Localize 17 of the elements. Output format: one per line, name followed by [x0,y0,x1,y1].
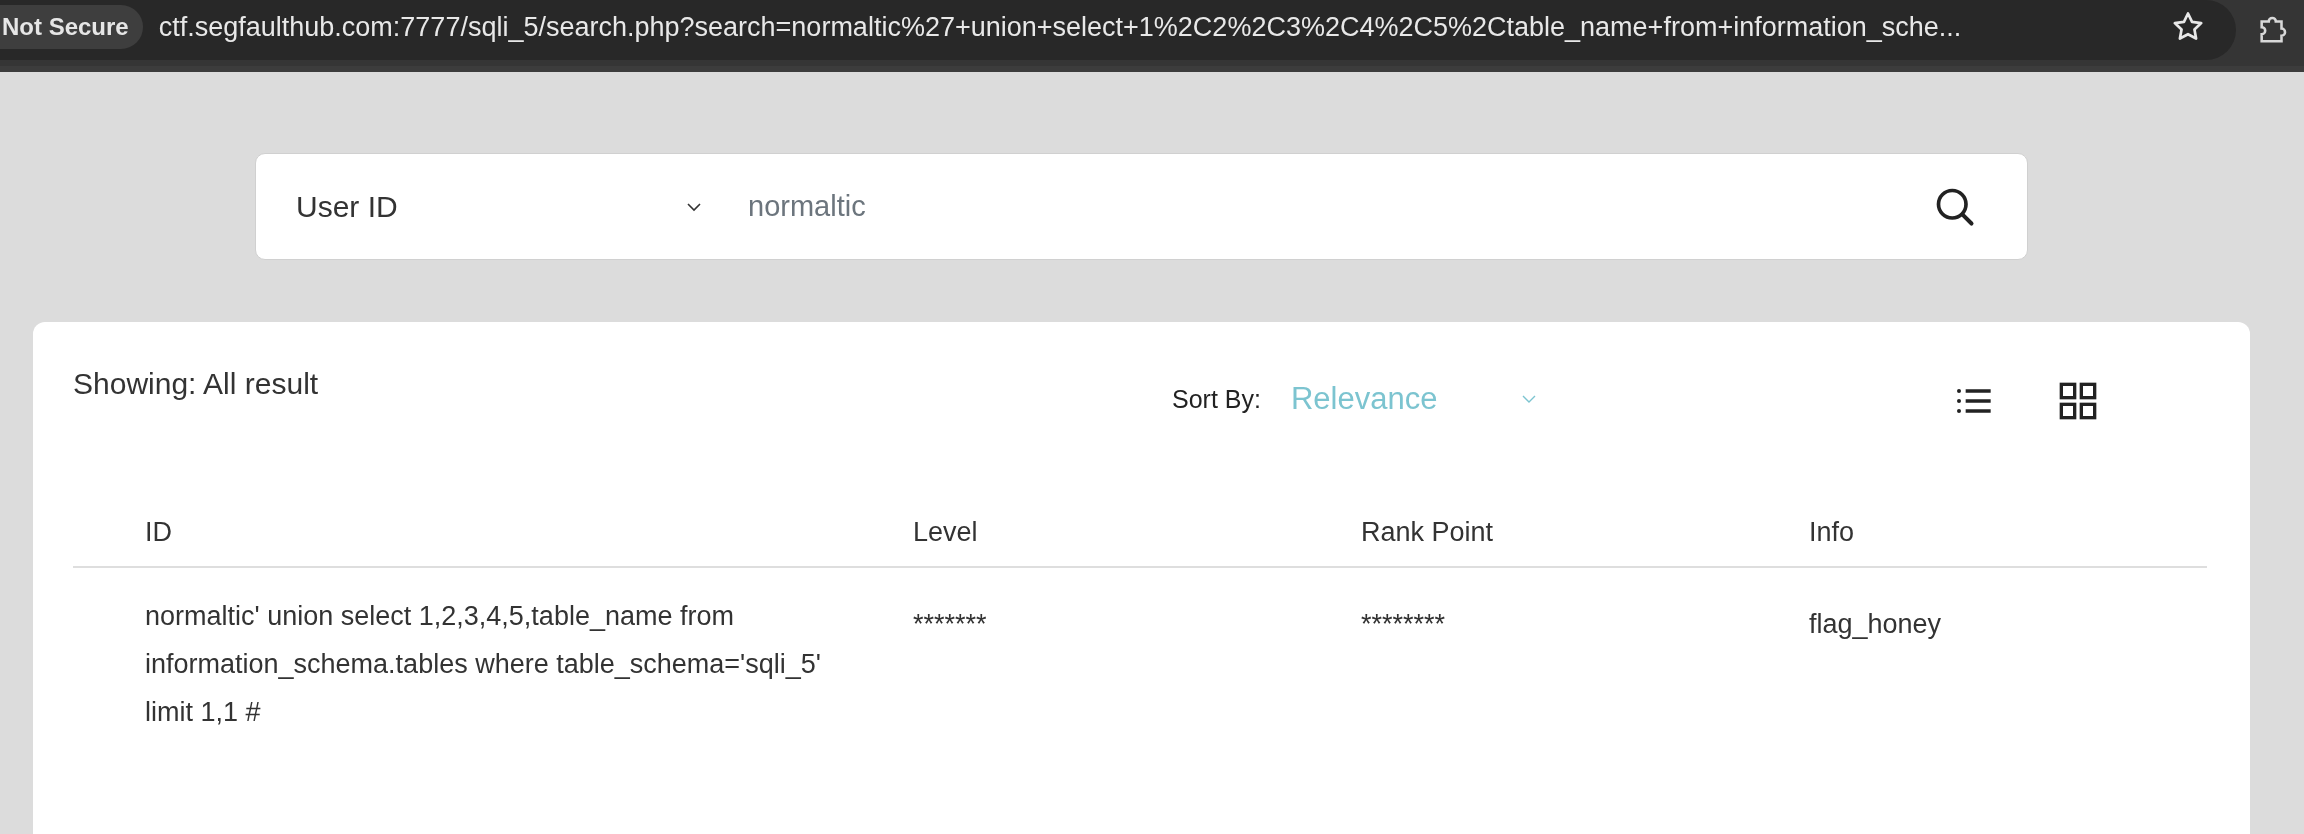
column-header: Level [913,517,979,548]
chevron-down-icon [686,201,702,212]
field-dropdown[interactable]: User ID [296,189,702,224]
table-cell-text: ******* [913,608,988,641]
table-cell-text: ******** [1361,608,1447,641]
table-cell-text: flag_honey [1809,608,1943,641]
column-header: Rank Point [1361,517,1495,548]
security-badge[interactable]: Not Secure [0,5,143,49]
chevron-down-icon [1520,394,1537,404]
column-header: ID [145,517,173,548]
table-cell-text: normaltic' union select 1,2,3,4,5,table_name from information_schema.tables where table_schema='sqli_5' limit 1,1 # [145,600,822,729]
address-bar[interactable]: Not Secure ctf.segfaulthub.com:7777/sqli_5/search.php?search=normaltic%27+union+select+1%2C2%2C3%2C4%2C5%2Ctable_name+from+information_sche... [0,0,2236,60]
showing-label: Showing: All result [73,367,320,401]
sort-label: Sort By: [1172,384,1261,414]
url-text: ctf.segfaulthub.com:7777/sqli_5/search.php?search=normaltic%27+union+select+1%2C2%2C3%2C4%2C5%2Ctable_name+from+information_sche... [158,11,1963,43]
search-field[interactable]: normaltic [746,189,1933,224]
column-header: Info [1809,517,1856,548]
